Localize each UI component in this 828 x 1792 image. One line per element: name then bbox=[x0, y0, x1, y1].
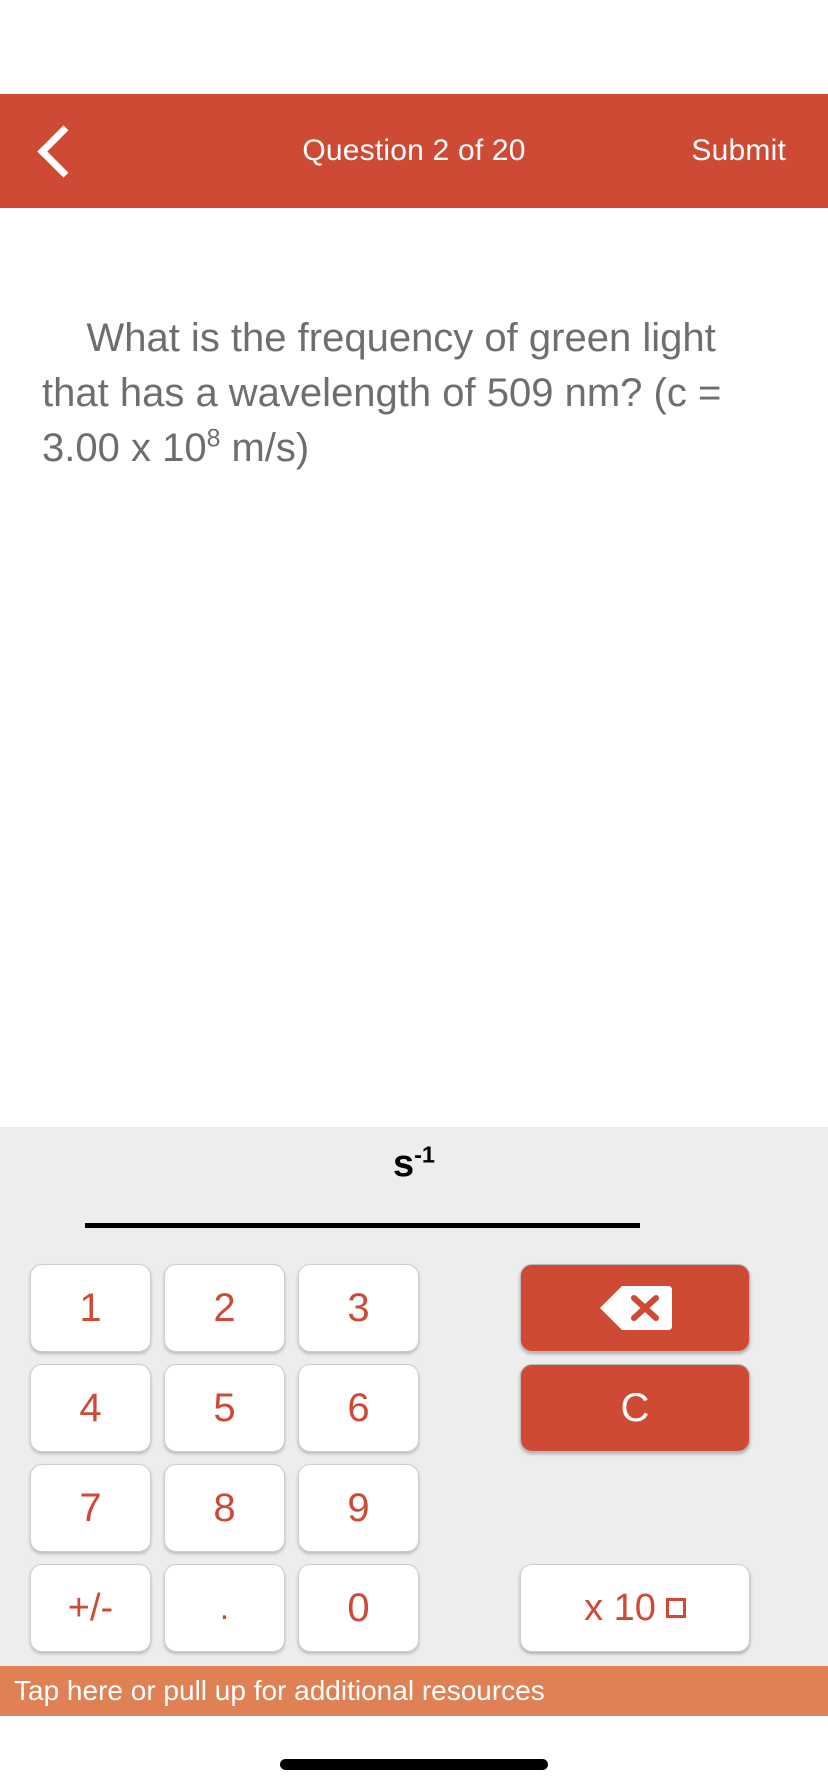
key-6[interactable]: 6 bbox=[298, 1364, 419, 1452]
home-indicator-area bbox=[0, 1716, 828, 1792]
keypad-keys: 1 2 3 4 5 6 C 7 8 9 +/- . 0 x 10 bbox=[0, 1264, 828, 1664]
question-text-tail: m/s) bbox=[220, 426, 310, 470]
key-decimal-point[interactable]: . bbox=[164, 1564, 285, 1652]
keypad-row-1: 1 2 3 bbox=[0, 1264, 828, 1352]
key-clear[interactable]: C bbox=[520, 1364, 750, 1452]
answer-unit-exponent: -1 bbox=[414, 1141, 436, 1168]
key-0[interactable]: 0 bbox=[298, 1564, 419, 1652]
question-text-main: What is the frequency of green light tha… bbox=[42, 316, 733, 470]
key-2[interactable]: 2 bbox=[164, 1264, 285, 1352]
key-exponent[interactable]: x 10 bbox=[520, 1564, 750, 1652]
answer-unit-base: s bbox=[392, 1143, 415, 1185]
question-text: What is the frequency of green light tha… bbox=[42, 256, 782, 531]
key-8[interactable]: 8 bbox=[164, 1464, 285, 1552]
additional-resources-bar[interactable]: Tap here or pull up for additional resou… bbox=[0, 1666, 828, 1716]
key-exponent-label: x 10 bbox=[584, 1586, 656, 1629]
key-sign-toggle[interactable]: +/- bbox=[30, 1564, 151, 1652]
key-4[interactable]: 4 bbox=[30, 1364, 151, 1452]
key-1[interactable]: 1 bbox=[30, 1264, 151, 1352]
key-7[interactable]: 7 bbox=[30, 1464, 151, 1552]
keypad-row-4: +/- . 0 x 10 bbox=[0, 1564, 828, 1652]
exponent-placeholder-box bbox=[665, 1598, 686, 1618]
key-5[interactable]: 5 bbox=[164, 1364, 285, 1452]
key-backspace[interactable] bbox=[520, 1264, 750, 1352]
question-exponent: 8 bbox=[206, 425, 221, 453]
additional-resources-label: Tap here or pull up for additional resou… bbox=[14, 1675, 545, 1706]
keypad-panel: s-1 1 2 3 4 5 6 C 7 8 9 +/- . 0 x 10 bbox=[0, 1127, 828, 1666]
answer-unit-label: s-1 bbox=[0, 1143, 828, 1186]
home-indicator[interactable] bbox=[280, 1759, 548, 1770]
question-area: What is the frequency of green light tha… bbox=[0, 208, 828, 1127]
answer-input-line[interactable] bbox=[85, 1223, 640, 1228]
key-3[interactable]: 3 bbox=[298, 1264, 419, 1352]
key-9[interactable]: 9 bbox=[298, 1464, 419, 1552]
keypad-row-3: 7 8 9 bbox=[0, 1464, 828, 1552]
status-bar bbox=[0, 0, 828, 94]
backspace-icon bbox=[600, 1286, 672, 1330]
keypad-row-2: 4 5 6 C bbox=[0, 1364, 828, 1452]
submit-button[interactable]: Submit bbox=[691, 134, 786, 168]
app-header: Question 2 of 20 Submit bbox=[0, 94, 828, 208]
